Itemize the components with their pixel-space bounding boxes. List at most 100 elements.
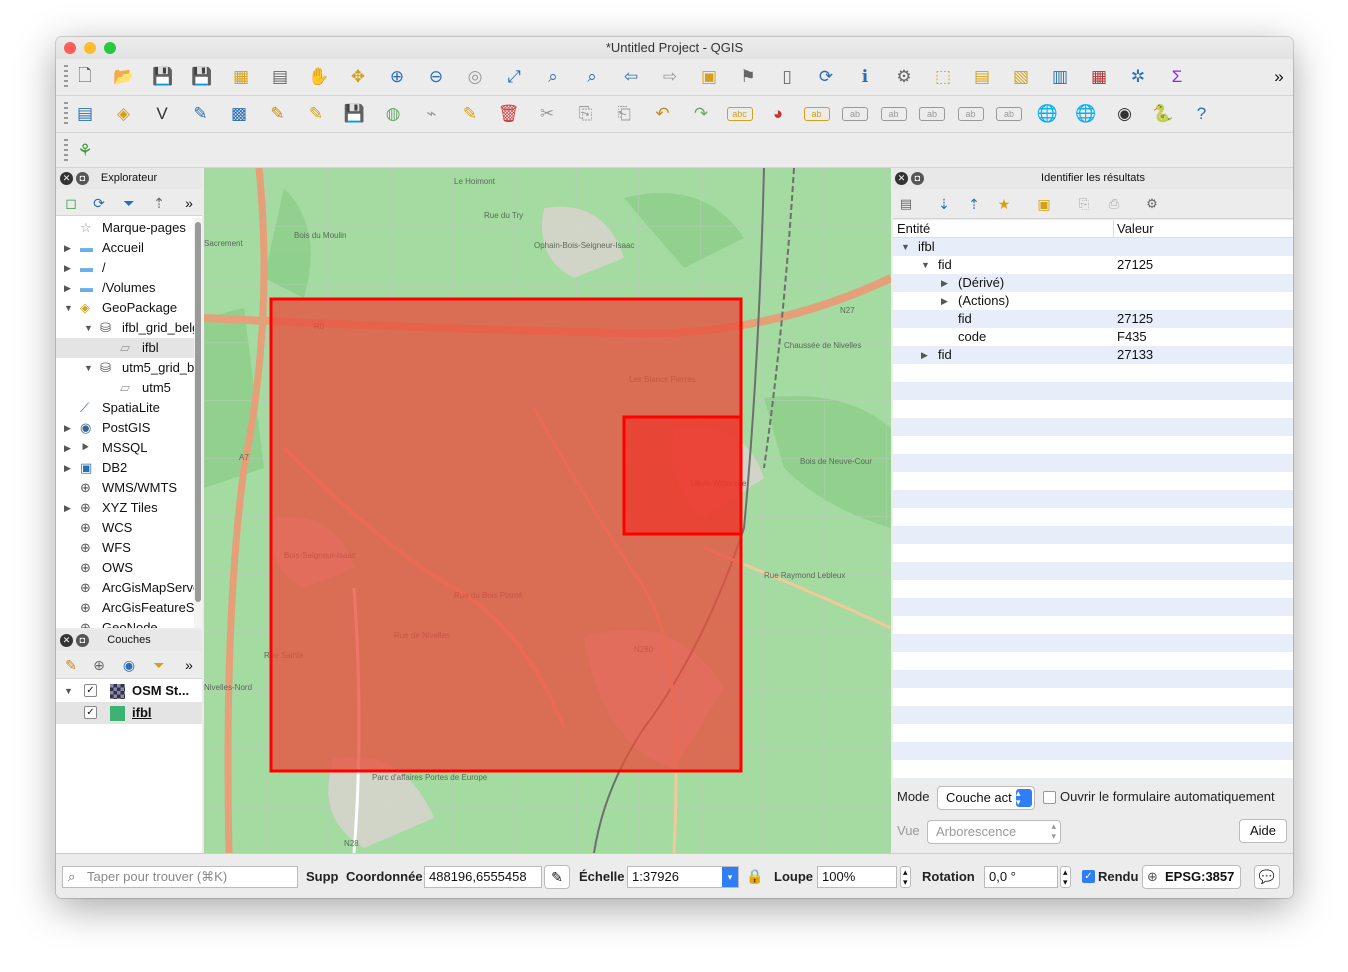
new-project-icon[interactable]: 🗋: [72, 64, 98, 90]
attribute-table-icon[interactable]: ▥: [1047, 64, 1073, 90]
explorer-item[interactable]: ⊕ OWS: [56, 558, 194, 578]
python-console-icon[interactable]: 🐍: [1150, 101, 1176, 127]
minimize-window-button[interactable]: [84, 42, 96, 54]
refresh-icon[interactable]: ⟳: [86, 190, 112, 216]
render-checkbox[interactable]: ✓: [1082, 870, 1095, 883]
copy-features-icon[interactable]: ⎘: [573, 101, 599, 127]
measure-icon[interactable]: ⚙: [891, 64, 917, 90]
toggle-editing-icon[interactable]: ✎: [303, 101, 329, 127]
expand-arrow-icon[interactable]: ▶: [64, 258, 71, 278]
layer-item[interactable]: ✓ ifbl: [56, 702, 202, 724]
new-spatialite-icon[interactable]: ✎: [188, 101, 214, 127]
result-row[interactable]: ▼ ifbl: [893, 238, 1293, 256]
overflow-icon[interactable]: »: [176, 652, 202, 678]
explorer-scrollbar[interactable]: [194, 218, 202, 628]
field-calculator-icon[interactable]: ▦: [1086, 64, 1112, 90]
open-table-icon[interactable]: ▤: [969, 64, 995, 90]
delete-selected-icon[interactable]: 🗑: [496, 101, 522, 127]
save-as-icon[interactable]: 💾: [189, 64, 215, 90]
new-map-view-icon[interactable]: ▣: [696, 64, 722, 90]
mouse-cursor-toggle-icon[interactable]: ✎: [544, 865, 570, 889]
collapse-arrow-icon[interactable]: ▼: [84, 318, 93, 338]
modify-attributes-icon[interactable]: ✎: [457, 101, 483, 127]
collapse-arrow-icon[interactable]: ▼: [64, 298, 73, 318]
result-row[interactable]: ▶ fid 27133: [893, 346, 1293, 364]
move-label-icon[interactable]: ab: [919, 107, 945, 121]
expand-arrow-icon[interactable]: ▶: [64, 278, 71, 298]
result-row[interactable]: ▶ (Actions): [893, 292, 1293, 310]
add-selected-icon[interactable]: ◻: [58, 190, 84, 216]
new-geopackage-icon[interactable]: ◈: [111, 101, 137, 127]
explorer-item[interactable]: ▶ ▣ DB2: [56, 458, 194, 478]
explorer-item[interactable]: ▼ ◈ GeoPackage: [56, 298, 194, 318]
zoom-in-icon[interactable]: ⊕: [384, 64, 410, 90]
cut-features-icon[interactable]: ✂: [534, 101, 560, 127]
rotation-field[interactable]: 0,0 °: [984, 866, 1058, 888]
result-row[interactable]: ▶ (Dérivé): [893, 274, 1293, 292]
close-panel-icon[interactable]: ✕: [60, 634, 73, 647]
help-icon[interactable]: ?: [1189, 101, 1215, 127]
expand-arrow-icon[interactable]: ▶: [64, 458, 71, 478]
plugin-icon[interactable]: ⚘: [72, 138, 98, 164]
collapse-all-icon[interactable]: ⇡: [961, 191, 987, 217]
zoom-out-icon[interactable]: ⊖: [423, 64, 449, 90]
data-source-manager-icon[interactable]: ▤: [72, 101, 98, 127]
result-row[interactable]: fid 27125: [893, 310, 1293, 328]
collapse-arrow-icon[interactable]: ▼: [901, 238, 910, 256]
toolbar-grip[interactable]: [64, 139, 68, 163]
explorer-item[interactable]: ▱ ifbl: [56, 338, 194, 358]
new-shapefile-icon[interactable]: V: [149, 101, 175, 127]
help-button[interactable]: Aide: [1239, 819, 1287, 843]
locator-search-input[interactable]: ⌕ Taper pour trouver (⌘K): [62, 866, 298, 888]
zoom-last-icon[interactable]: ⇦: [618, 64, 644, 90]
collapse-all-icon[interactable]: ⇡: [146, 190, 172, 216]
new-print-layout-icon[interactable]: ▦: [228, 64, 254, 90]
diagram-icon[interactable]: ◕: [765, 101, 791, 127]
close-window-button[interactable]: [64, 42, 76, 54]
identified-feature-highlight[interactable]: [622, 415, 743, 536]
explorer-item[interactable]: ⟋ SpatiaLite: [56, 398, 194, 418]
explorer-item[interactable]: ☆ Marque-pages: [56, 218, 194, 238]
metasearch-icon[interactable]: ◉: [1112, 101, 1138, 127]
style-manager-icon[interactable]: ✎: [58, 652, 84, 678]
layout-manager-icon[interactable]: ▤: [267, 64, 293, 90]
current-edits-icon[interactable]: ✎: [265, 101, 291, 127]
print-icon[interactable]: ⎙: [1101, 191, 1127, 217]
clear-results-icon[interactable]: ▣: [1031, 191, 1057, 217]
open-project-icon[interactable]: 📂: [111, 64, 137, 90]
label-tool-icon[interactable]: abc: [726, 107, 753, 121]
select-features-icon[interactable]: ⬚: [930, 64, 956, 90]
expand-arrow-icon[interactable]: ▶: [64, 238, 71, 258]
value-column-header[interactable]: Valeur: [1117, 220, 1154, 238]
explorer-item[interactable]: ▼ ⛁ utm5_grid_belgium: [56, 358, 194, 378]
explorer-item[interactable]: ▶ ▬ /Volumes: [56, 278, 194, 298]
paste-features-icon[interactable]: ⎗: [611, 101, 637, 127]
float-panel-icon[interactable]: ◘: [76, 634, 89, 647]
add-feature-icon[interactable]: ◍: [380, 101, 406, 127]
magnifier-stepper[interactable]: ▴ ▾: [900, 866, 911, 888]
show-bookmarks-icon[interactable]: ▯: [774, 64, 800, 90]
save-project-icon[interactable]: 💾: [150, 64, 176, 90]
pin-label-icon[interactable]: ab: [842, 107, 868, 121]
overflow-icon[interactable]: »: [176, 190, 202, 216]
messages-icon[interactable]: 💬: [1254, 865, 1280, 889]
statistics-icon[interactable]: Σ: [1164, 64, 1190, 90]
explorer-item[interactable]: ▶ ⊕ XYZ Tiles: [56, 498, 194, 518]
explorer-item[interactable]: ▼ ⛁ ifbl_grid_belgium: [56, 318, 194, 338]
scale-field[interactable]: 1:37926 ▾: [627, 866, 739, 888]
lock-scale-icon[interactable]: 🔒: [746, 868, 763, 885]
expand-arrow-icon[interactable]: ▶: [64, 438, 71, 458]
deselect-icon[interactable]: ▧: [1008, 64, 1034, 90]
layer-visibility-checkbox[interactable]: ✓: [84, 706, 97, 719]
zoom-layer-icon[interactable]: ⌕: [579, 64, 605, 90]
expand-arrow-icon[interactable]: ▶: [921, 346, 928, 364]
expand-new-icon[interactable]: ★: [991, 191, 1017, 217]
identify-icon[interactable]: ℹ: [852, 64, 878, 90]
zoom-full-icon[interactable]: ⤢: [501, 64, 527, 90]
magnifier-field[interactable]: 100%: [817, 866, 897, 888]
new-temp-layer-icon[interactable]: ▩: [226, 101, 252, 127]
layer-visibility-checkbox[interactable]: ✓: [84, 684, 97, 697]
explorer-item[interactable]: ⊕ ArcGisFeatureServer: [56, 598, 194, 618]
view-select[interactable]: Arborescence ▴ ▾: [927, 820, 1061, 844]
add-group-icon[interactable]: ⊕: [86, 652, 112, 678]
